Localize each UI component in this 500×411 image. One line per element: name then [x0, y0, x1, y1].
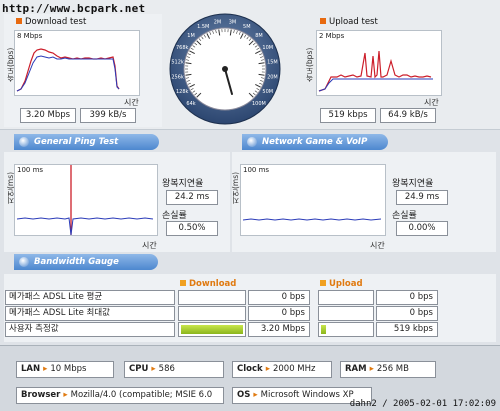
gauge-label: 100M [252, 101, 266, 107]
tab-bandwidth-gauge[interactable]: Bandwidth Gauge [14, 254, 158, 270]
bandwidth-row-avg-up-bar [318, 290, 374, 305]
tab-general-ping-test[interactable]: General Ping Test [14, 134, 159, 150]
game-loss-label: 손실률 [392, 211, 417, 221]
bandwidth-row-avg-up-value: 0 bps [376, 290, 438, 305]
info-lan-label: LAN [21, 364, 41, 374]
gauge-label: 8M [255, 33, 263, 39]
timestamp-stamp: dahn2 / 2005-02-01 17:02:09 [349, 399, 496, 409]
arrow-icon: ▸ [369, 364, 374, 374]
gauge-label: 5M [243, 24, 251, 30]
bandwidth-row-avg-down-bar [178, 290, 246, 305]
bandwidth-upload-head: Upload [320, 279, 363, 289]
info-browser-label: Browser [21, 390, 61, 400]
arrow-icon: ▸ [43, 364, 48, 374]
info-ram-value: 256 MB [376, 364, 409, 374]
bandwidth-row-user-down-fill [181, 325, 243, 334]
upload-plot [318, 50, 433, 92]
bandwidth-download-head: Download [180, 279, 236, 289]
bandwidth-row-max-down-bar [178, 306, 246, 321]
game-xlabel: 시간 [370, 241, 385, 250]
bandwidth-row-user-up-bar [318, 322, 374, 337]
bandwidth-row-label-user: 사용자 측정값 [5, 322, 175, 337]
info-browser: Browser ▸ Mozilla/4.0 (compatible; MSIE 6.… [16, 387, 224, 404]
ping-latency-value: 24.2 ms [166, 190, 218, 205]
info-ram-label: RAM [345, 364, 367, 374]
bandwidth-row-max-down-value: 0 bps [248, 306, 310, 321]
bandwidth-row-user-up-fill [321, 325, 326, 334]
upload-xlabel: 시간 [424, 98, 439, 107]
download-graph: 8 Mbps [14, 30, 140, 96]
info-os-label: OS [237, 390, 251, 400]
upload-speed-kbps: 519 kbps [320, 108, 376, 123]
gauge-dial: 64k 128k 256k 512k 768k 1M1.5M 2M 3M 5M 8M 10M 15M 2… [169, 13, 281, 125]
upload-ylabel: 속도(bps) [305, 47, 314, 82]
info-os-value: Microsoft Windows XP [260, 390, 354, 400]
arrow-icon: ▸ [265, 364, 270, 374]
gauge-label: 64k [186, 101, 195, 107]
gauge-label: 256k [171, 75, 184, 81]
bandwidth-row-max-up-bar [318, 306, 374, 321]
arrow-icon: ▸ [63, 390, 68, 400]
info-clock-label: Clock [237, 364, 263, 374]
download-title: Download test [16, 17, 86, 27]
gauge-label: 1M [187, 33, 195, 39]
ping-loss-value: 0.50% [166, 221, 218, 236]
info-clock-value: 2000 MHz [272, 364, 316, 374]
upload-graph: 2 Mbps [316, 30, 442, 96]
arrow-icon: ▸ [151, 364, 156, 374]
upload-title: Upload test [320, 17, 378, 27]
game-graph: 100 ms [240, 164, 386, 236]
gauge-label: 2M [214, 20, 222, 26]
info-ram: RAM ▸ 256 MB [340, 361, 436, 378]
gauge-label: 10M [262, 45, 273, 51]
ping-xlabel: 시간 [142, 241, 157, 250]
arrow-icon: ▸ [253, 390, 258, 400]
download-speed-mbps: 3.20 Mbps [20, 108, 76, 123]
download-speed-kbs: 399 kB/s [80, 108, 136, 123]
info-browser-value: Mozilla/4.0 (compatible; MSIE 6.0 [70, 390, 213, 400]
bandwidth-row-user-up-value: 519 kbps [376, 322, 438, 337]
gauge-label: 512k [171, 59, 184, 65]
game-latency-label: 왕복지연율 [392, 179, 434, 189]
gauge-label: 3M [229, 20, 237, 26]
bandwidth-row-max-up-value: 0 bps [376, 306, 438, 321]
info-lan: LAN ▸ 10 Mbps [16, 361, 114, 378]
bandwidth-row-label-avg: 메가패스 ADSL Lite 평균 [5, 290, 175, 305]
gauge-label: 128k [176, 89, 189, 95]
tab-network-game-voip-test[interactable]: Network Game & VoIP Test [242, 134, 388, 163]
gauge-label: 50M [262, 89, 273, 95]
game-latency-value: 24.9 ms [396, 190, 448, 205]
gauge-label: 15M [267, 59, 278, 65]
upload-speed-kbs: 64.9 kB/s [380, 108, 436, 123]
game-plot [242, 218, 382, 221]
info-lan-value: 10 Mbps [50, 364, 87, 374]
ping-latency-label: 왕복지연율 [162, 179, 204, 189]
info-cpu-label: CPU [129, 364, 149, 374]
ping-loss-label: 손실률 [162, 211, 187, 221]
bandwidth-row-user-down-bar [178, 322, 246, 337]
info-cpu: CPU ▸ 586 [124, 361, 224, 378]
gauge-label: 768k [176, 45, 189, 51]
bandwidth-row-user-down-value: 3.20 Mbps [248, 322, 310, 337]
ping-plot [16, 165, 154, 235]
game-loss-value: 0.00% [396, 221, 448, 236]
bandwidth-row-label-max: 메가패스 ADSL Lite 최대값 [5, 306, 175, 321]
info-cpu-value: 586 [158, 364, 175, 374]
download-xlabel: 시간 [124, 98, 139, 107]
gauge-label: 1.5M [197, 24, 209, 30]
gauge-label: 20M [267, 75, 278, 81]
download-plot [16, 48, 120, 92]
bandwidth-row-avg-down-value: 0 bps [248, 290, 310, 305]
speed-gauge: 64k 128k 256k 512k 768k 1M 1.5M 2M 3M 5M 8M 10M 15M 2… [168, 12, 282, 126]
ping-graph: 100 ms [14, 164, 158, 236]
info-clock: Clock ▸ 2000 MHz [232, 361, 332, 378]
